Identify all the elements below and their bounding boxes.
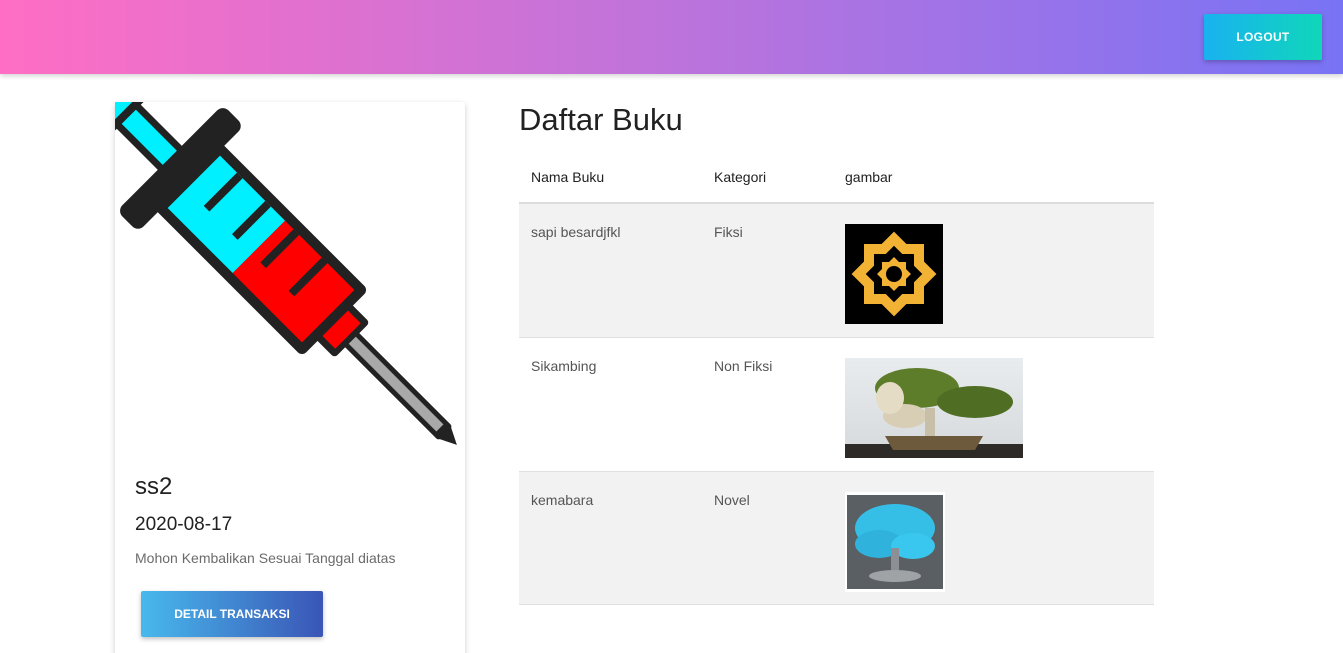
page-title: Daftar Buku [519, 102, 683, 137]
loan-card: ss2 2020-08-17 Mohon Kembalikan Sesuai T… [115, 102, 465, 653]
book-category: Non Fiksi [702, 337, 833, 472]
book-name: kemabara [519, 471, 702, 605]
book-image-cell [833, 471, 1154, 605]
logout-button[interactable]: LOGOUT [1204, 14, 1322, 60]
book-table: Nama Buku Kategori gambar sapi besardjfk… [519, 152, 1154, 605]
book-name: Sikambing [519, 337, 702, 472]
detail-transaction-button[interactable]: DETAIL TRANSAKSI [141, 591, 323, 637]
table-header-row: Nama Buku Kategori gambar [519, 152, 1154, 204]
bonsai-tree-photo [845, 357, 1023, 458]
table-row: Sikambing Non Fiksi [519, 337, 1154, 472]
book-image-cell [833, 203, 1154, 338]
blue-bonsai-photo [845, 491, 945, 592]
syringe-icon [115, 102, 457, 445]
book-category: Fiksi [702, 203, 833, 338]
table-row: kemabara Novel [519, 471, 1154, 605]
due-date: 2020-08-17 [135, 514, 233, 535]
book-name: sapi besardjfkl [519, 203, 702, 338]
column-header-category: Kategori [702, 152, 833, 204]
book-category: Novel [702, 471, 833, 605]
book-image-cell [833, 337, 1154, 472]
top-navbar: LOGOUT [0, 0, 1343, 74]
table-row: sapi besardjfkl Fiksi [519, 203, 1154, 338]
return-note: Mohon Kembalikan Sesuai Tanggal diatas [135, 550, 396, 566]
column-header-name: Nama Buku [519, 152, 702, 204]
gold-star-ornament-image [845, 224, 943, 324]
column-header-image: gambar [833, 152, 1154, 204]
card-title: ss2 [135, 473, 173, 500]
